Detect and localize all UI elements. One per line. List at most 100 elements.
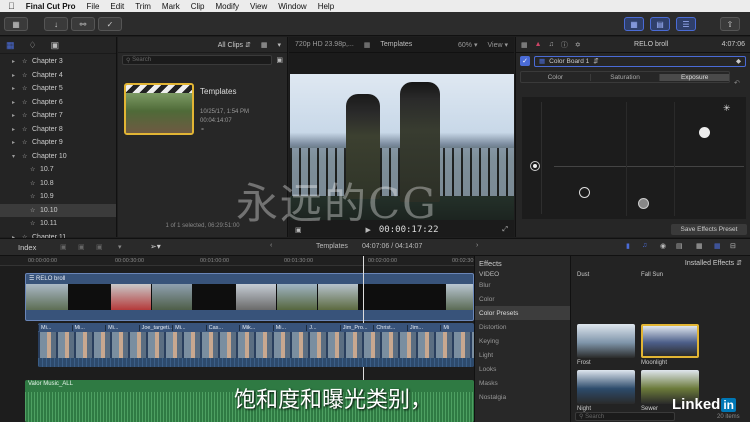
insert-icon[interactable]: ▣ (78, 243, 85, 251)
filter-hud-icon[interactable]: ▣ (276, 56, 283, 64)
libraries-icon[interactable]: ▦ (6, 40, 15, 51)
titles-icon[interactable]: ▣ (51, 40, 60, 51)
browser-toggle-icon[interactable]: ▦ (624, 17, 644, 31)
library-item[interactable]: ▸ ☆ Chapter 7 (0, 109, 116, 123)
color-board[interactable]: ✳ (522, 97, 746, 219)
effects-category[interactable]: Color Presets (475, 306, 570, 320)
effects-search-input[interactable]: ⚲ Search (575, 412, 675, 421)
clip-appearance-icon[interactable]: ▦ (261, 41, 268, 49)
effect-item[interactable]: Dust (577, 270, 637, 278)
shadows-puck[interactable] (638, 198, 649, 209)
timeline-toggle-icon[interactable]: ▤ (650, 17, 670, 31)
effects-category[interactable]: Light (475, 348, 570, 362)
effect-item[interactable]: Fall Sun (641, 270, 701, 278)
effect-selector[interactable]: ▦ Color Board 1 ⇵ ◆ (534, 55, 746, 67)
inspector-toggle-icon[interactable]: ☰ (676, 17, 696, 31)
history-back-icon[interactable]: ‹ (270, 242, 272, 249)
disclosure-closed-icon[interactable]: ▸ (12, 112, 22, 119)
menu-view[interactable]: View (250, 2, 267, 11)
keyword-icon[interactable]: ⚯ (71, 17, 95, 31)
app-menu[interactable]: Final Cut Pro (26, 2, 76, 11)
tab-saturation[interactable]: Saturation (589, 73, 660, 81)
highlights-puck[interactable] (699, 127, 710, 138)
disclosure-closed-icon[interactable]: ▸ (12, 139, 22, 146)
menu-help[interactable]: Help (318, 2, 334, 11)
background-tasks-icon[interactable]: ✓ (98, 17, 122, 31)
broll-clip[interactable]: ☰ RELO broll (25, 273, 474, 321)
library-item[interactable]: ▸ ☆ Chapter 3 (0, 55, 116, 69)
library-item[interactable]: ▸ ☆ Chapter 9 (0, 136, 116, 150)
library-item[interactable]: ▸ ☆ Chapter 4 (0, 69, 116, 83)
import-icon[interactable]: ↓ (44, 17, 68, 31)
effects-category[interactable]: Blur (475, 278, 570, 292)
menu-edit[interactable]: Edit (110, 2, 124, 11)
apple-icon[interactable]:  (8, 1, 15, 11)
board-left-puck[interactable] (530, 161, 540, 171)
clip-filter[interactable]: All Clips ⇵ (218, 41, 251, 49)
fullscreen-icon[interactable]: ⤢ (502, 226, 508, 234)
clip-appearance-icon[interactable]: ▦ (696, 242, 703, 250)
menu-window[interactable]: Window (278, 2, 306, 11)
library-item[interactable]: ▸ ☆ Chapter 8 (0, 123, 116, 137)
append-icon[interactable]: ▣ (60, 243, 67, 251)
effect-enable-checkbox[interactable]: ✓ (520, 56, 530, 66)
library-item[interactable]: ☆ 10.9 (0, 190, 116, 204)
effects-category[interactable]: Color (475, 292, 570, 306)
library-item[interactable]: ☆ 10.11 (0, 217, 116, 231)
transitions-browser-icon[interactable]: ⊟ (730, 242, 736, 250)
library-item[interactable]: ☆ 10.10 (0, 203, 116, 217)
menu-mark[interactable]: Mark (162, 2, 180, 11)
reset-icon[interactable]: ↶ (734, 79, 740, 87)
tab-exposure[interactable]: Exposure (659, 73, 730, 81)
library-item[interactable]: ▸ ☆ Chapter 5 (0, 82, 116, 96)
disclosure-closed-icon[interactable]: ▸ (12, 85, 22, 92)
midtones-puck[interactable] (579, 187, 590, 198)
audio-inspector-icon[interactable]: ♫ (549, 41, 554, 48)
index-button[interactable]: Index (18, 243, 36, 252)
history-forward-icon[interactable]: › (476, 242, 478, 249)
library-item[interactable]: ☆ 10.7 (0, 163, 116, 177)
color-inspector-icon[interactable]: ▲ (535, 41, 542, 48)
library-item[interactable]: ▾ ☆ Chapter 10 (0, 150, 116, 164)
save-effects-preset-button[interactable]: Save Effects Preset (671, 224, 747, 235)
effects-category[interactable]: Keying (475, 334, 570, 348)
effects-category[interactable]: Nostalgia (475, 390, 570, 404)
share-icon[interactable]: ⇧ (720, 17, 740, 31)
keyframe-icon[interactable]: ◆ (736, 57, 741, 65)
effect-item[interactable]: Night (577, 370, 637, 412)
video-inspector-icon[interactable]: ▦ (521, 41, 528, 49)
effects-browser-icon[interactable]: ▦ (714, 242, 721, 250)
view-menu[interactable]: View ▾ (487, 41, 508, 49)
library-item[interactable]: ☆ 10.8 (0, 177, 116, 191)
audio-skimming-icon[interactable]: ♫ (642, 242, 647, 249)
installed-effects-menu[interactable]: Installed Effects ⇵ (571, 256, 750, 270)
menu-file[interactable]: File (87, 2, 100, 11)
disclosure-closed-icon[interactable]: ▸ (12, 126, 22, 133)
effects-category[interactable]: Distortion (475, 320, 570, 334)
disclosure-closed-icon[interactable]: ▸ (12, 72, 22, 79)
overwrite-icon[interactable]: ▣ (96, 243, 103, 251)
timeline-ruler[interactable]: 00:00:00:00 00:00:30:00 00:01:00:00 00:0… (0, 256, 481, 266)
snapping-icon[interactable]: ▤ (676, 242, 683, 250)
project-thumbnail[interactable] (124, 83, 194, 135)
select-tool-icon[interactable]: ➢▾ (150, 242, 161, 251)
share-inspector-icon[interactable]: ✡ (575, 41, 581, 49)
disclosure-closed-icon[interactable]: ▸ (12, 58, 22, 65)
menu-clip[interactable]: Clip (191, 2, 205, 11)
effects-category[interactable]: Looks (475, 362, 570, 376)
library-item[interactable]: ▸ ☆ Chapter 6 (0, 96, 116, 110)
headphones-icon[interactable]: ◉ (660, 242, 666, 250)
tab-color[interactable]: Color (521, 74, 590, 81)
info-inspector-icon[interactable]: ⓘ (561, 40, 568, 50)
view-options-icon[interactable]: ▾ (277, 41, 281, 49)
menu-modify[interactable]: Modify (215, 2, 239, 11)
photos-icon[interactable]: ♢ (29, 40, 37, 51)
library-icon[interactable]: ▦ (4, 17, 28, 31)
effects-category[interactable]: Masks (475, 376, 570, 390)
zoom-menu[interactable]: 60% ▾ (458, 41, 477, 49)
edit-mode-icon[interactable]: ▾ (118, 243, 122, 251)
menu-trim[interactable]: Trim (135, 2, 151, 11)
primary-storyline[interactable]: Mi... Mi... Mi... Joe_targeti... Mi... Cas...… (38, 323, 474, 367)
effect-item[interactable]: Moonlight (641, 324, 701, 366)
browser-search-input[interactable]: ⚲ Search (122, 55, 273, 65)
